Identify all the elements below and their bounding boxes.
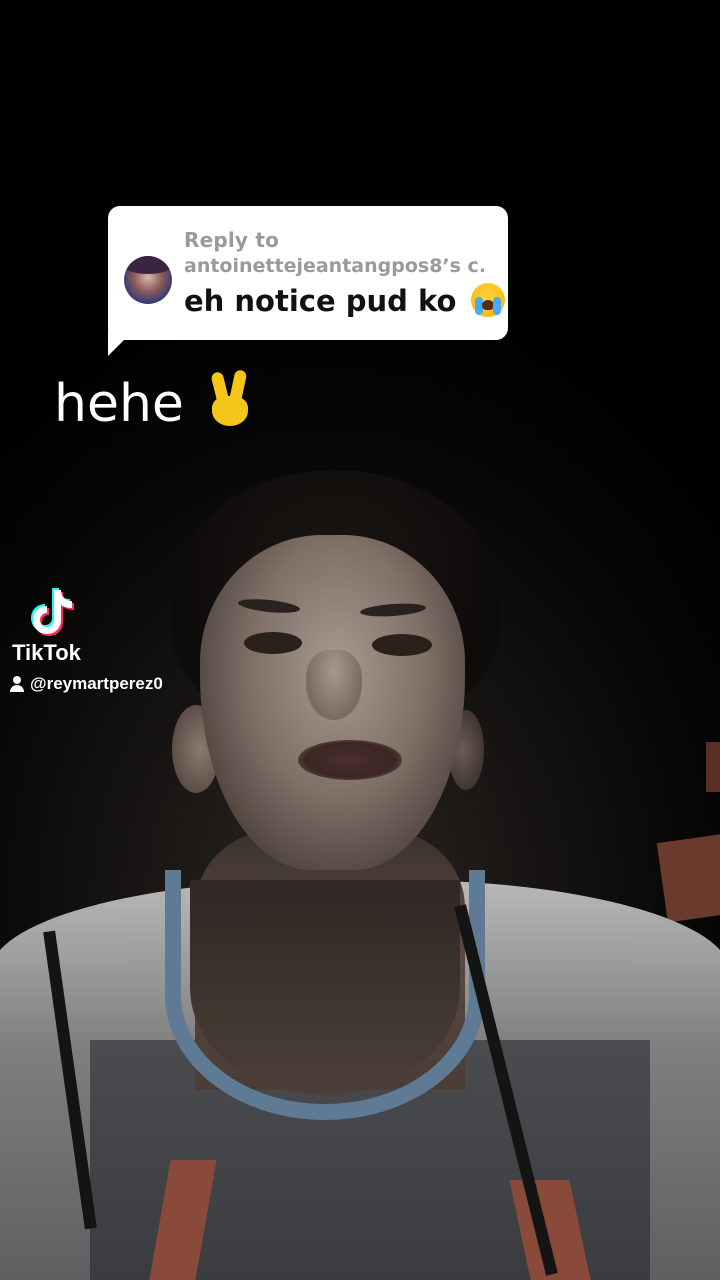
reply-to-label: Reply to xyxy=(184,228,280,252)
caption-text: hehe xyxy=(54,374,184,434)
reply-bubble-tail xyxy=(108,330,134,356)
commenter-avatar xyxy=(124,256,172,304)
tiktok-logo-icon xyxy=(31,588,74,636)
shirt-collar xyxy=(165,870,485,1120)
loudly-crying-face-icon xyxy=(470,283,505,317)
person-eye xyxy=(244,632,302,654)
reply-comment-text-row: eh notice pud ko xyxy=(184,283,505,320)
victory-hand-icon xyxy=(204,369,254,428)
reply-comment-sticker[interactable]: Reply to antoinettejeantangpos8’s c... e… xyxy=(108,206,508,340)
background-wall xyxy=(656,833,720,923)
video-caption: hehe xyxy=(54,369,254,436)
tiktok-wordmark: TikTok xyxy=(12,640,81,665)
user-icon xyxy=(10,676,24,692)
background-wall xyxy=(706,742,720,792)
reply-comment-text: eh notice pud ko xyxy=(184,284,457,318)
creator-username: @reymartperez0 xyxy=(30,674,163,693)
creator-handle: @reymartperez0 xyxy=(10,673,163,695)
person-mouth xyxy=(298,740,402,780)
commenter-username: antoinettejeantangpos8’s c... xyxy=(184,255,484,277)
person-nose xyxy=(306,650,362,720)
person-eye xyxy=(372,634,432,656)
video-frame[interactable]: Reply to antoinettejeantangpos8’s c... e… xyxy=(0,0,720,1280)
